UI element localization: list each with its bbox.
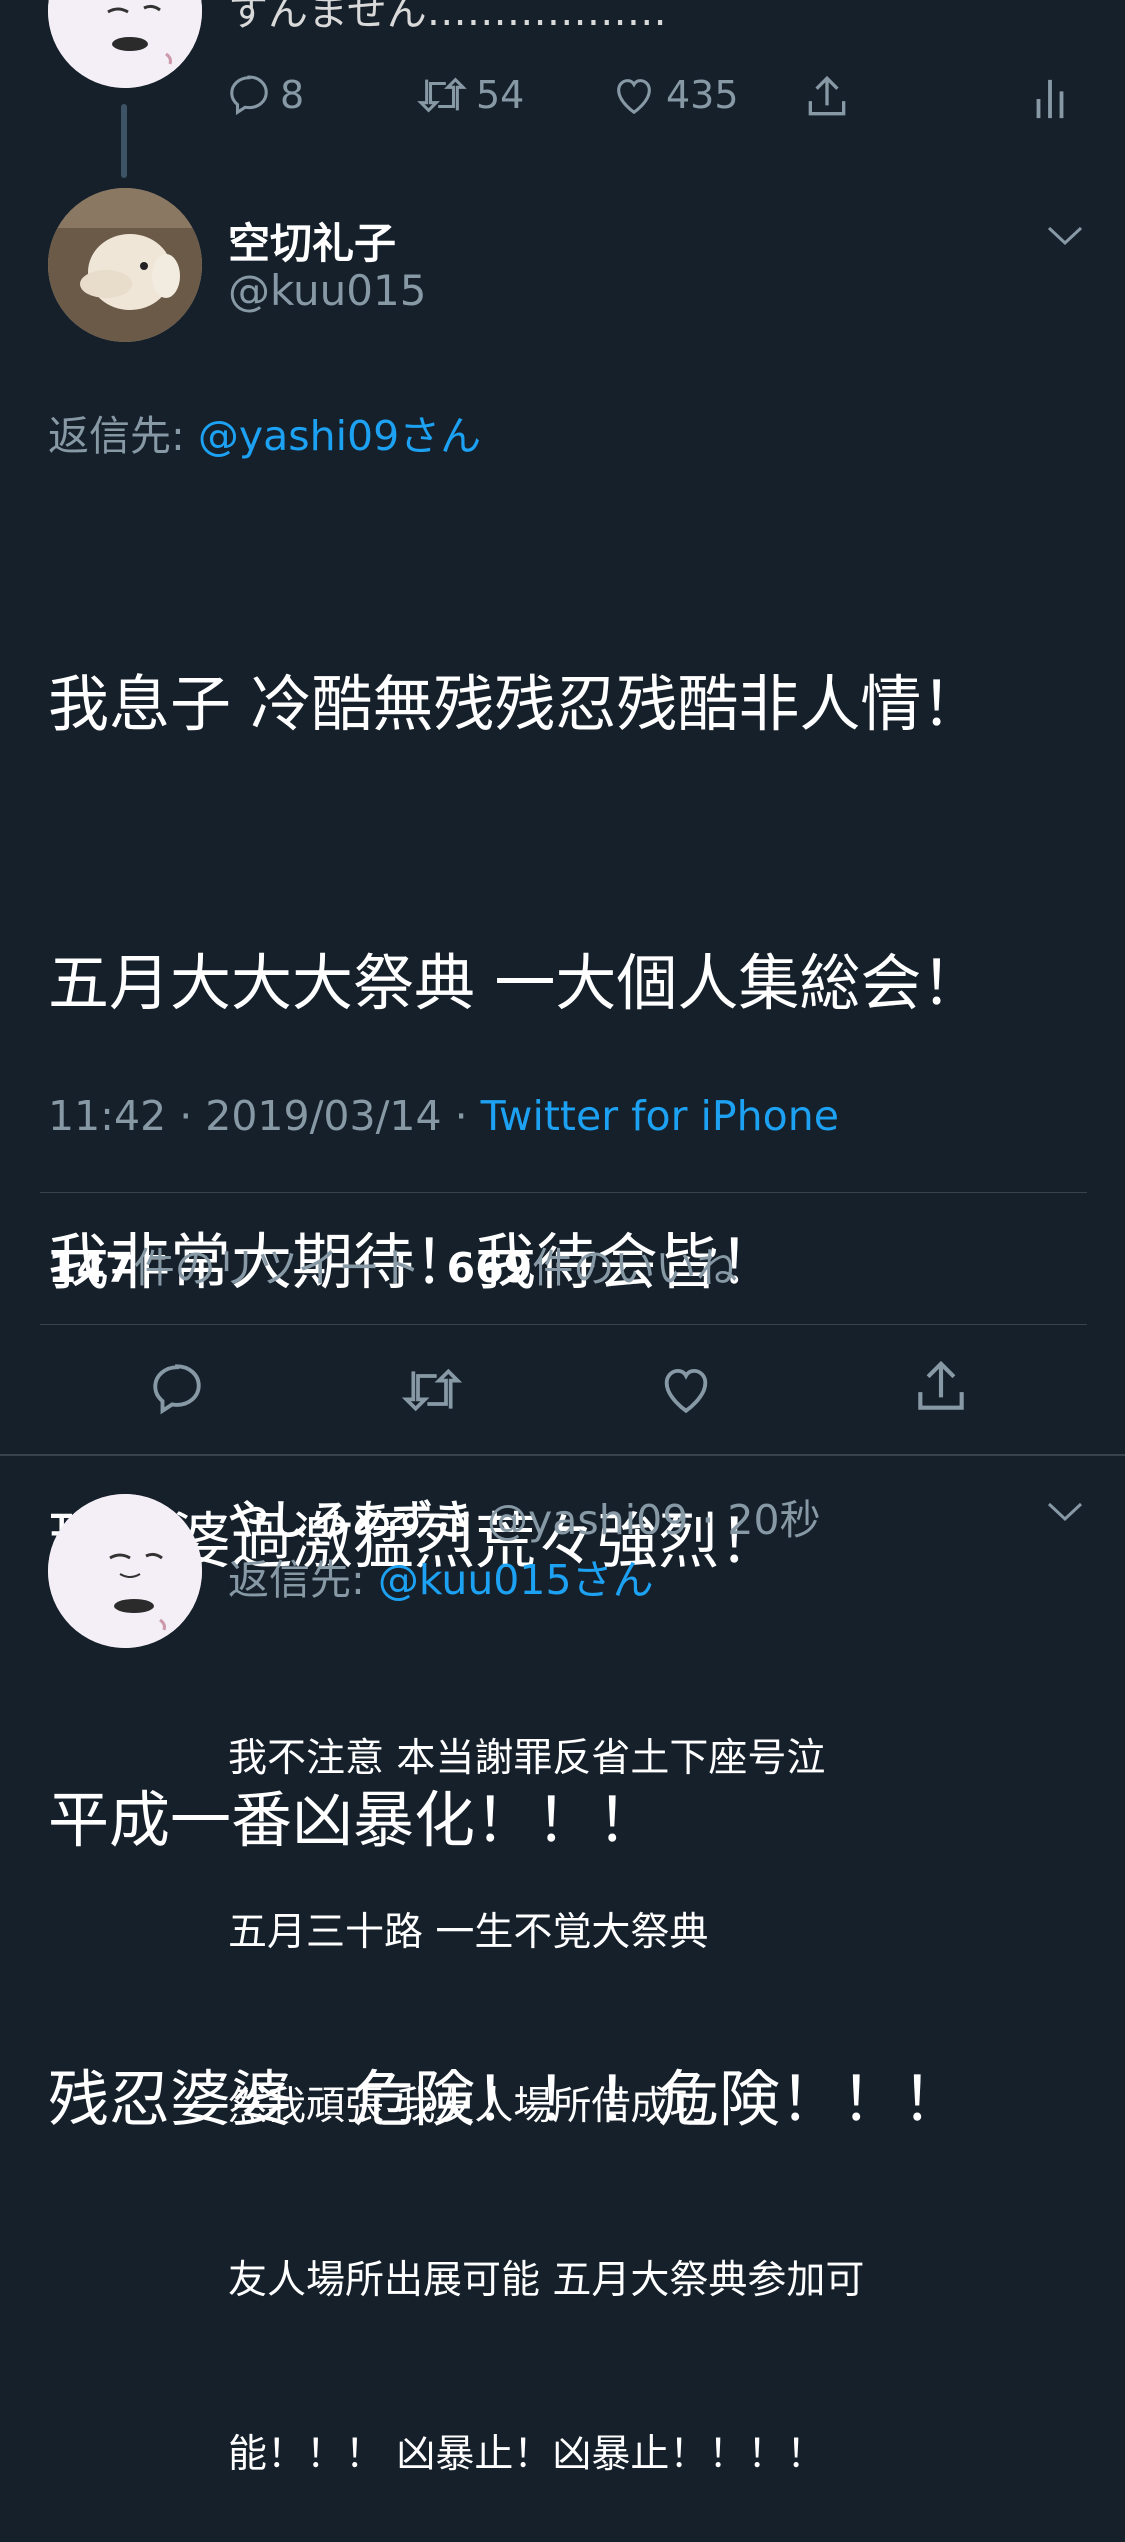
divider — [0, 1454, 1125, 1456]
reply-icon — [153, 1364, 201, 1415]
tweet-line: 我息子 冷酷無残残忍残酷非人情！ — [48, 669, 983, 740]
tweet-stats[interactable]: 147件のリツイート 669件のいいね — [48, 1234, 737, 1294]
tweet-line: 五月大大大祭典 一大個人集総会！ — [48, 948, 983, 1019]
retweet-button[interactable] — [400, 1362, 464, 1422]
reply-button[interactable] — [148, 1360, 206, 1422]
divider — [40, 1324, 1087, 1325]
tweet-meta: 11:42 · 2019/03/14 · Twitter for iPhone — [48, 1092, 839, 1140]
replying-to: 返信先: @yashi09さん — [48, 402, 481, 462]
tweet-text: すんません……………… — [228, 0, 667, 35]
retweet-total: 147 — [48, 1244, 134, 1292]
display-name[interactable]: やしろあずき — [228, 1496, 474, 1544]
reply-button[interactable]: 8 — [226, 72, 304, 118]
heart-icon — [664, 1368, 708, 1414]
like-button[interactable] — [656, 1360, 716, 1422]
replying-to-label: 返信先: — [228, 1556, 378, 1604]
timestamp: 11:42 · 2019/03/14 · — [48, 1092, 481, 1140]
like-count: 435 — [666, 73, 739, 117]
retweet-icon — [417, 77, 467, 113]
dog-photo-icon — [48, 188, 202, 342]
chevron-down-icon — [1047, 1502, 1083, 1522]
reply-count: 8 — [280, 73, 305, 117]
replying-to: 返信先: @kuu015さん — [228, 1546, 654, 1606]
reply-header: やしろあずき @yashi09 · 20秒 — [228, 1486, 821, 1546]
username[interactable]: @kuu015 — [228, 266, 426, 315]
share-button[interactable] — [802, 72, 852, 122]
username-time[interactable]: @yashi09 · 20秒 — [474, 1496, 821, 1544]
tweet-body: 我不注意 本当謝罪反省土下座号泣 五月三十路 一生不覚大祭典 然我頑張 我友人場… — [228, 1614, 864, 2542]
heart-icon — [617, 79, 651, 115]
more-options-button[interactable] — [1045, 224, 1085, 252]
more-options-button[interactable] — [1045, 1500, 1085, 1528]
cartoon-face-icon — [48, 0, 202, 88]
like-total-label: 件のいいね — [532, 1244, 738, 1292]
tweet-line: 能！！！ 凶暴止！凶暴止！！！！ — [228, 2432, 826, 2477]
retweet-button[interactable]: 54 — [416, 72, 524, 118]
thread-connector — [121, 104, 127, 178]
avatar[interactable] — [48, 0, 202, 88]
avatar[interactable] — [48, 1494, 202, 1648]
avatar[interactable] — [48, 188, 202, 342]
analytics-button[interactable] — [1032, 76, 1068, 122]
like-button[interactable]: 435 — [610, 72, 739, 118]
tweet-line: 五月三十路 一生不覚大祭典 — [228, 1910, 709, 1955]
like-total: 669 — [446, 1244, 533, 1292]
share-button[interactable] — [910, 1356, 972, 1422]
divider — [40, 1192, 1087, 1193]
replying-to-handle[interactable]: @yashi09さん — [198, 412, 481, 460]
share-icon — [808, 75, 846, 116]
cartoon-face-icon — [48, 1494, 202, 1648]
display-name[interactable]: 空切礼子 — [228, 210, 396, 271]
replying-to-handle[interactable]: @kuu015さん — [378, 1556, 654, 1604]
replying-to-label: 返信先: — [48, 412, 198, 460]
source-link[interactable]: Twitter for iPhone — [481, 1092, 839, 1140]
analytics-icon — [1036, 79, 1064, 119]
tweet-line: 我不注意 本当謝罪反省土下座号泣 — [228, 1736, 826, 1781]
reply-icon — [230, 75, 268, 116]
share-icon — [918, 1360, 964, 1410]
tweet-line: 友人場所出展可能 五月大祭典参加可 — [228, 2258, 865, 2303]
retweet-total-label: 件のリツイート — [133, 1244, 421, 1292]
retweet-count: 54 — [476, 73, 525, 117]
retweet-icon — [401, 1368, 463, 1412]
tweet-line: 然我頑張 我友人場所借成功 — [228, 2084, 709, 2129]
chevron-down-icon — [1047, 226, 1083, 246]
